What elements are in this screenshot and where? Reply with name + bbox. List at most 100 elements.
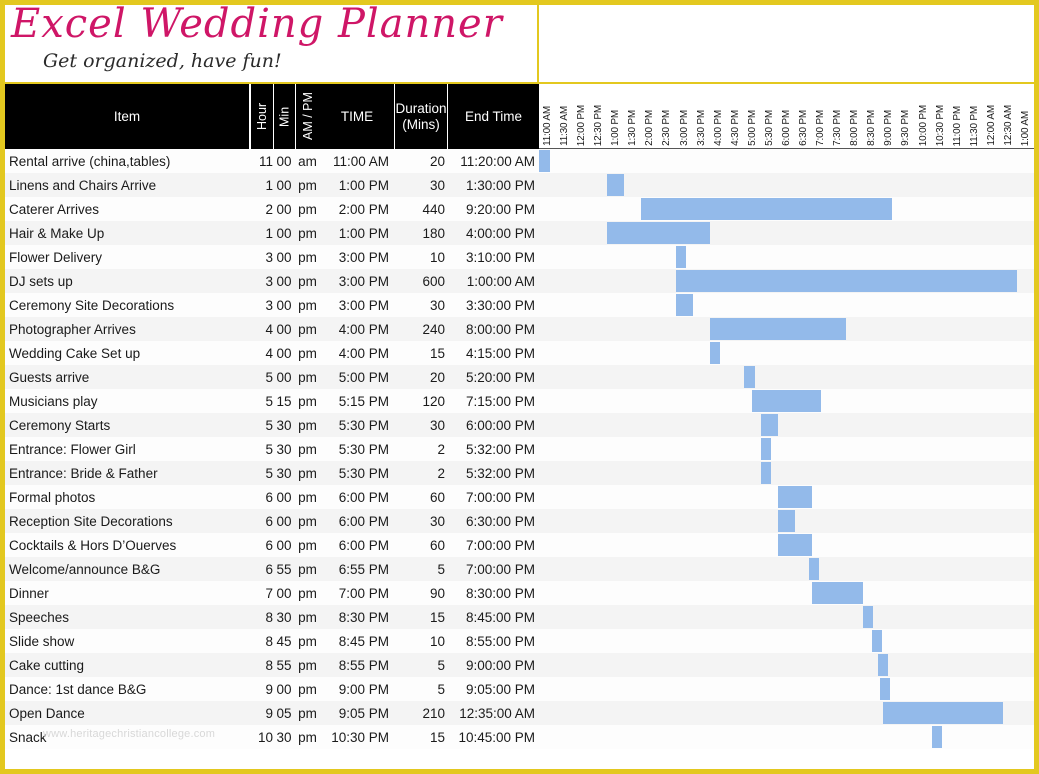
gantt-lane <box>539 245 1034 269</box>
table-row[interactable]: Entrance: Flower Girl 5 30 pm 5:30 PM 2 5:32:0… <box>5 437 1034 461</box>
column-header-min: Min <box>273 84 295 149</box>
gantt-lane <box>539 701 1034 725</box>
table-row[interactable]: Caterer Arrives 2 00 pm 2:00 PM 440 9:20:00 PM <box>5 197 1034 221</box>
column-header-item: Item <box>5 84 250 149</box>
timeline-tick-label: 3:30 PM <box>695 110 707 146</box>
table-row[interactable]: Musicians play 5 15 pm 5:15 PM 120 7:15:00 PM <box>5 389 1034 413</box>
cell-ampm: pm <box>298 705 317 721</box>
row-cells: Ceremony Site Decorations 3 00 pm 3:00 PM 30 3… <box>5 293 539 317</box>
gantt-lane <box>539 653 1034 677</box>
table-row[interactable]: Welcome/announce B&G 6 55 pm 6:55 PM 5 7:00:00… <box>5 557 1034 581</box>
table-row[interactable]: Formal photos 6 00 pm 6:00 PM 60 7:00:00 PM <box>5 485 1034 509</box>
cell-duration: 60 <box>429 537 445 553</box>
table-row[interactable]: Linens and Chairs Arrive 1 00 pm 1:00 PM 30 1:… <box>5 173 1034 197</box>
cell-time: 5:30 PM <box>338 441 389 457</box>
table-row[interactable]: Cocktails & Hors D’Ouerves 6 00 pm 6:00 PM 60… <box>5 533 1034 557</box>
table-row[interactable]: Guests arrive 5 00 pm 5:00 PM 20 5:20:00 PM <box>5 365 1034 389</box>
timeline-tick-label: 6:00 PM <box>780 110 792 146</box>
cell-time: 5:15 PM <box>338 393 389 409</box>
cell-ampm: pm <box>298 657 317 673</box>
cell-item: Wedding Cake Set up <box>9 345 141 361</box>
gantt-bar <box>675 294 693 316</box>
gantt-lane <box>539 461 1034 485</box>
table-row[interactable]: Slide show 8 45 pm 8:45 PM 10 8:55:00 PM <box>5 629 1034 653</box>
cell-time: 6:55 PM <box>338 561 389 577</box>
cell-time: 11:00 AM <box>332 153 389 169</box>
timeline-tick-label: 1:00 PM <box>610 110 622 146</box>
table-row[interactable]: Cake cutting 8 55 pm 8:55 PM 5 9:00:00 PM <box>5 653 1034 677</box>
cell-hour: 3 <box>265 249 273 265</box>
table-row[interactable]: Speeches 8 30 pm 8:30 PM 15 8:45:00 PM <box>5 605 1034 629</box>
table-row[interactable]: Rental arrive (china,tables) 11 00 am 11:00 … <box>5 149 1034 173</box>
row-cells: Musicians play 5 15 pm 5:15 PM 120 7:15:00 PM <box>5 389 539 413</box>
cell-hour: 11 <box>258 153 273 169</box>
gantt-lane <box>539 413 1034 437</box>
timeline-tick-label: 5:00 PM <box>746 110 758 146</box>
cell-end-time: 1:00:00 AM <box>466 273 535 289</box>
cell-duration: 120 <box>422 393 445 409</box>
table-row[interactable]: Hair & Make Up 1 00 pm 1:00 PM 180 4:00:00 PM <box>5 221 1034 245</box>
cell-hour: 4 <box>265 345 273 361</box>
cell-duration: 5 <box>437 561 445 577</box>
row-cells: Snack 10 30 pm 10:30 PM 15 10:45:00 PM <box>5 725 539 749</box>
timeline-tick-label: 3:00 PM <box>678 110 690 146</box>
cell-end-time: 8:00:00 PM <box>465 321 535 337</box>
cell-duration: 600 <box>422 273 445 289</box>
cell-ampm: pm <box>298 561 317 577</box>
timeline-tick-label: 11:00 PM <box>951 105 963 146</box>
timeline-tick-label: 11:30 PM <box>968 105 980 146</box>
gantt-bar <box>809 558 820 580</box>
gantt-lane <box>539 509 1034 533</box>
gantt-bar <box>777 486 813 508</box>
table-row[interactable]: Wedding Cake Set up 4 00 pm 4:00 PM 15 4:15:00… <box>5 341 1034 365</box>
gantt-lane <box>539 533 1034 557</box>
table-row[interactable]: Reception Site Decorations 6 00 pm 6:00 PM 30… <box>5 509 1034 533</box>
column-header-time: TIME <box>320 84 395 149</box>
cell-ampm: pm <box>298 393 317 409</box>
table-header-row: Item Hour Min AM / PM TIME Duration (Min… <box>5 84 539 149</box>
timeline-tick-label: 6:30 PM <box>798 110 810 146</box>
cell-duration: 30 <box>429 513 445 529</box>
cell-end-time: 7:00:00 PM <box>465 537 535 553</box>
cell-item: Open Dance <box>9 705 85 721</box>
table-row[interactable]: Ceremony Starts 5 30 pm 5:30 PM 30 6:00:00 PM <box>5 413 1034 437</box>
table-row[interactable]: Ceremony Site Decorations 3 00 pm 3:00 PM 30 3… <box>5 293 1034 317</box>
cell-ampm: pm <box>298 201 317 217</box>
table-row[interactable]: Photographer Arrives 4 00 pm 4:00 PM 240 8:00:… <box>5 317 1034 341</box>
gantt-bar <box>877 654 888 676</box>
cell-min: 00 <box>276 273 292 289</box>
row-cells: Hair & Make Up 1 00 pm 1:00 PM 180 4:00:00 PM <box>5 221 539 245</box>
cell-min: 30 <box>276 417 292 433</box>
cell-min: 00 <box>276 489 292 505</box>
cell-end-time: 11:20:00 AM <box>460 153 535 169</box>
cell-item: Rental arrive (china,tables) <box>9 153 171 169</box>
table-row[interactable]: Open Dance 9 05 pm 9:05 PM 210 12:35:00 AM <box>5 701 1034 725</box>
table-row[interactable]: Flower Delivery 3 00 pm 3:00 PM 10 3:10:00 PM <box>5 245 1034 269</box>
cell-end-time: 7:00:00 PM <box>465 561 535 577</box>
table-row[interactable]: Entrance: Bride & Father 5 30 pm 5:30 PM 2 5:3… <box>5 461 1034 485</box>
table-row[interactable]: DJ sets up 3 00 pm 3:00 PM 600 1:00:00 AM <box>5 269 1034 293</box>
cell-hour: 10 <box>257 729 273 745</box>
cell-end-time: 6:30:00 PM <box>465 513 535 529</box>
cell-time: 3:00 PM <box>338 249 389 265</box>
table-row[interactable]: Snack 10 30 pm 10:30 PM 15 10:45:00 PM <box>5 725 1034 749</box>
table-row[interactable]: Dance: 1st dance B&G 9 00 pm 9:00 PM 5 9:05:00… <box>5 677 1034 701</box>
cell-min: 30 <box>276 609 292 625</box>
cell-time: 4:00 PM <box>338 345 389 361</box>
cell-item: Cake cutting <box>9 657 85 673</box>
duration-header-line1: Duration <box>395 100 447 116</box>
table-row[interactable]: Dinner 7 00 pm 7:00 PM 90 8:30:00 PM <box>5 581 1034 605</box>
cell-hour: 5 <box>265 465 273 481</box>
cell-time: 9:00 PM <box>338 681 389 697</box>
row-cells: Speeches 8 30 pm 8:30 PM 15 8:45:00 PM <box>5 605 539 629</box>
row-cells: Cocktails & Hors D’Ouerves 6 00 pm 6:00 PM 60… <box>5 533 539 557</box>
timeline-tick-label: 12:00 AM <box>985 105 997 146</box>
cell-end-time: 9:20:00 PM <box>465 201 535 217</box>
gantt-bar <box>760 414 778 436</box>
cell-min: 00 <box>276 537 292 553</box>
cell-end-time: 10:45:00 PM <box>458 729 535 745</box>
cell-item: DJ sets up <box>9 273 73 289</box>
cell-min: 05 <box>276 705 292 721</box>
cell-ampm: pm <box>298 465 317 481</box>
cell-hour: 3 <box>265 273 273 289</box>
